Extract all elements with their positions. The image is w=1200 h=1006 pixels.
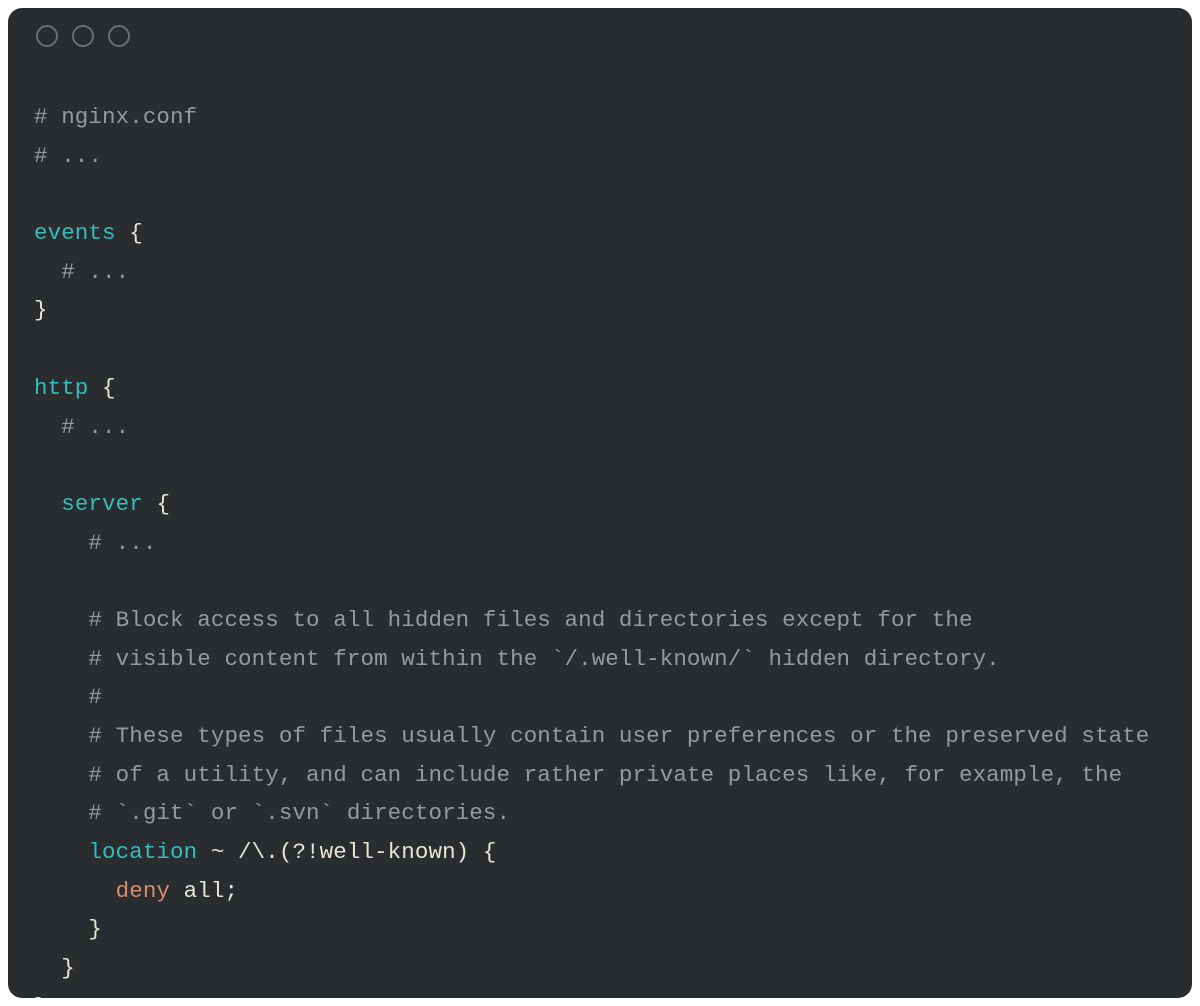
indent xyxy=(34,607,88,633)
indent xyxy=(34,646,88,672)
editor-window: # nginx.conf # ... events { # ...} http {… xyxy=(8,8,1192,998)
code-token: # ... xyxy=(88,530,156,556)
code-line: events { xyxy=(34,214,1166,253)
code-token: } xyxy=(88,916,102,942)
code-token: # xyxy=(88,684,102,710)
code-token: # These types of files usually contain u… xyxy=(88,723,1149,749)
code-line: # ... xyxy=(34,524,1166,563)
code-token: http xyxy=(34,375,102,401)
code-token: { xyxy=(129,220,143,246)
code-token: # ... xyxy=(61,414,129,440)
code-line: deny all; xyxy=(34,872,1166,911)
code-line: } xyxy=(34,988,1166,998)
window-titlebar xyxy=(8,8,1192,64)
indent xyxy=(34,839,88,865)
code-token: # visible content from within the `/.wel… xyxy=(88,646,999,672)
indent xyxy=(34,259,61,285)
code-token: location xyxy=(88,839,210,865)
code-line xyxy=(34,175,1166,214)
code-token: { xyxy=(483,839,497,865)
code-line xyxy=(34,446,1166,485)
code-line: # These types of files usually contain u… xyxy=(34,717,1166,756)
code-token: # of a utility, and can include rather p… xyxy=(88,762,1122,788)
indent xyxy=(34,916,88,942)
code-token: { xyxy=(156,491,170,517)
code-token: server xyxy=(61,491,156,517)
code-token: # ... xyxy=(34,143,102,169)
indent xyxy=(34,414,61,440)
indent xyxy=(34,684,88,710)
indent xyxy=(34,723,88,749)
code-line: # nginx.conf xyxy=(34,98,1166,137)
code-token: # Block access to all hidden files and d… xyxy=(88,607,972,633)
code-line: # ... xyxy=(34,253,1166,292)
code-token: } xyxy=(34,994,48,998)
code-line: location ~ /\.(?!well-known) { xyxy=(34,833,1166,872)
code-line xyxy=(34,330,1166,369)
window-close-light[interactable] xyxy=(36,25,58,47)
code-token: events xyxy=(34,220,129,246)
code-token: # nginx.conf xyxy=(34,104,197,130)
code-token: # ... xyxy=(61,259,129,285)
code-line: # of a utility, and can include rather p… xyxy=(34,756,1166,795)
indent xyxy=(34,955,61,981)
code-line: # ... xyxy=(34,408,1166,447)
code-line: # visible content from within the `/.wel… xyxy=(34,640,1166,679)
blank-line xyxy=(34,452,48,478)
code-line: # Block access to all hidden files and d… xyxy=(34,601,1166,640)
code-line: # `.git` or `.svn` directories. xyxy=(34,794,1166,833)
code-line: } xyxy=(34,949,1166,988)
code-token: } xyxy=(34,297,48,323)
window-zoom-light[interactable] xyxy=(108,25,130,47)
code-token: ; xyxy=(224,878,238,904)
code-token: } xyxy=(61,955,75,981)
code-line: } xyxy=(34,291,1166,330)
code-token: ~ /\.(?!well-known) xyxy=(211,839,483,865)
blank-line xyxy=(34,336,48,362)
indent xyxy=(34,800,88,826)
window-minimize-light[interactable] xyxy=(72,25,94,47)
code-line: # xyxy=(34,678,1166,717)
code-token: all xyxy=(184,878,225,904)
code-line: server { xyxy=(34,485,1166,524)
blank-line xyxy=(34,181,48,207)
indent xyxy=(34,491,61,517)
code-line: http { xyxy=(34,369,1166,408)
code-line: } xyxy=(34,910,1166,949)
indent xyxy=(34,530,88,556)
code-token: { xyxy=(102,375,116,401)
blank-line xyxy=(34,568,48,594)
code-line xyxy=(34,562,1166,601)
code-token: # `.git` or `.svn` directories. xyxy=(88,800,510,826)
code-line: # ... xyxy=(34,137,1166,176)
code-token: deny xyxy=(116,878,184,904)
code-block: # nginx.conf # ... events { # ...} http {… xyxy=(8,64,1192,998)
indent xyxy=(34,762,88,788)
indent xyxy=(34,878,116,904)
